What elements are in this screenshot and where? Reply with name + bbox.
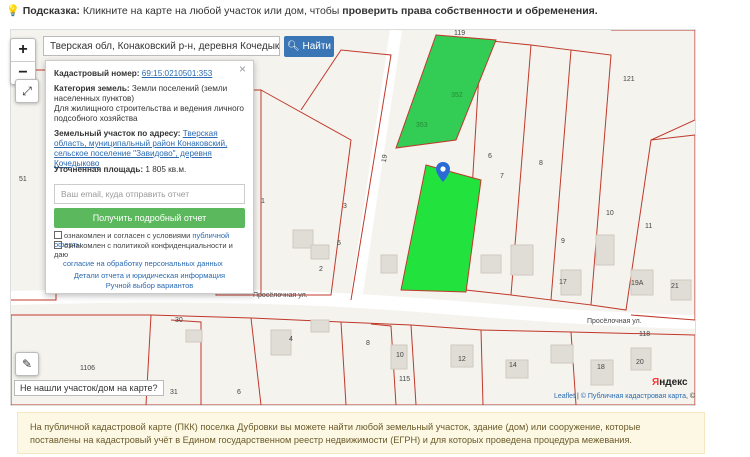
parcel-info-popup: × Кадастровый номер: 69:15:0210501:353 К… bbox=[45, 60, 254, 294]
area-label: Уточненная площадь: bbox=[54, 165, 144, 174]
area-value: 1 805 кв.м. bbox=[145, 165, 187, 174]
parcel-label: 121 bbox=[623, 76, 635, 83]
address-row: Земельный участок по адресу: Тверская об… bbox=[54, 129, 246, 169]
parcel-label: 352 bbox=[451, 92, 463, 99]
parcel-label: 8 bbox=[539, 160, 543, 167]
map-attribution: Leaflet | © Публичная кадастровая карта,… bbox=[554, 393, 695, 400]
yandex-logo-black: ндекс bbox=[659, 377, 688, 388]
privacy-text: ознакомлен с политикой конфиденциальност… bbox=[54, 241, 233, 259]
parcel-label: 21 bbox=[671, 283, 679, 290]
get-report-button[interactable]: Получить подробный отчет bbox=[54, 208, 245, 228]
yandex-logo: Яндекс bbox=[652, 377, 688, 388]
parcel-label: 4 bbox=[289, 336, 293, 343]
parcel-label: 8 bbox=[366, 340, 370, 347]
parcel-label: 19А bbox=[631, 280, 644, 287]
parcel-label: 5 bbox=[337, 240, 341, 247]
parcel-label: 119 bbox=[454, 30, 466, 37]
parcel-label: 1106 bbox=[80, 365, 96, 372]
privacy-checkbox[interactable] bbox=[54, 241, 62, 249]
hint-text: Кликните на карте на любой участок или д… bbox=[79, 5, 343, 17]
not-found-button[interactable]: Не нашли участок/дом на карте? bbox=[14, 380, 164, 396]
parcel-label: 1 bbox=[261, 198, 265, 205]
parcel-label: 353 bbox=[416, 122, 428, 129]
category-label: Категория земель: bbox=[54, 84, 130, 93]
cadastral-number-row: Кадастровый номер: 69:15:0210501:353 bbox=[54, 69, 246, 79]
parcel-label: 19 bbox=[380, 154, 390, 163]
zoom-in-button[interactable]: + bbox=[11, 39, 35, 61]
parcel-label: 12 bbox=[458, 356, 466, 363]
find-button[interactable]: 🔍︎ Найти bbox=[284, 36, 334, 57]
privacy-checkbox-row[interactable]: ознакомлен с политикой конфиденциальност… bbox=[54, 241, 249, 268]
parcel-label: 6 bbox=[488, 153, 492, 160]
area-row: Уточненная площадь: 1 805 кв.м. bbox=[54, 165, 246, 175]
email-field[interactable]: Ваш email, куда отправить отчет bbox=[54, 184, 245, 204]
expand-icon: ⤢ bbox=[22, 84, 32, 98]
search-icon: 🔍︎ bbox=[286, 41, 300, 52]
leaflet-link[interactable]: Leaflet bbox=[554, 393, 575, 400]
find-button-label: Найти bbox=[302, 41, 332, 52]
zoom-control: + − bbox=[10, 38, 36, 85]
street-label: Просёлочная ул. bbox=[253, 292, 308, 299]
parcel-label: 51 bbox=[19, 176, 27, 183]
parcel-label: 30 bbox=[175, 317, 183, 324]
ruler-icon: ✎ bbox=[21, 357, 33, 371]
parcel-label: 115 bbox=[399, 376, 411, 383]
address-label: Земельный участок по адресу: bbox=[54, 129, 181, 138]
hint-prefix: Подсказка: bbox=[22, 5, 80, 17]
address-search-input[interactable]: Тверская обл, Конаковский р-н, деревня К… bbox=[43, 36, 280, 56]
parcel-label: 17 bbox=[559, 279, 567, 286]
parcel-label: 14 bbox=[509, 362, 517, 369]
privacy-link[interactable]: согласие на обработку персональных данны… bbox=[54, 259, 223, 268]
manual-select-link[interactable]: Ручной выбор вариантов bbox=[46, 281, 253, 291]
parcel-label: 6 bbox=[237, 389, 241, 396]
parcel-label: 20 bbox=[636, 359, 644, 366]
offer-checkbox[interactable] bbox=[54, 231, 62, 239]
lightbulb-icon: 💡 bbox=[6, 5, 20, 17]
cad-label: Кадастровый номер: bbox=[54, 69, 140, 78]
fullscreen-button[interactable]: ⤢ bbox=[15, 79, 39, 103]
parcel-label: 9 bbox=[561, 238, 565, 245]
hint-line: 💡 Подсказка: Кликните на карте на любой у… bbox=[6, 4, 598, 17]
info-box: На публичной кадастровой карте (ПКК) пос… bbox=[17, 412, 705, 454]
ruler-button[interactable]: ✎ bbox=[15, 352, 39, 376]
offer-text: ознакомлен и согласен с условиями bbox=[64, 231, 193, 240]
parcel-label: 3 bbox=[343, 203, 347, 210]
land-category-row: Категория земель: Земли поселений (земли… bbox=[54, 84, 246, 104]
street-label: Просёлочная ул. bbox=[587, 318, 642, 325]
parcel-label: 7 bbox=[500, 173, 504, 180]
parcel-label: 2 bbox=[319, 266, 323, 273]
parcel-label: 31 bbox=[170, 389, 178, 396]
parcel-label: 11 bbox=[645, 223, 653, 230]
parcel-label: 18 bbox=[597, 364, 605, 371]
report-details-link[interactable]: Детали отчета и юридическая информация bbox=[46, 271, 253, 281]
parcel-label: 118 bbox=[639, 331, 651, 338]
land-use: Для жилищного строительства и ведения ли… bbox=[54, 104, 244, 123]
credits-tail: , © bbox=[686, 393, 696, 400]
parcel-label: 10 bbox=[396, 352, 404, 359]
hint-bold: проверить права собственности и обремене… bbox=[342, 5, 598, 17]
parcel-label: 10 bbox=[606, 210, 614, 217]
map-marker-icon[interactable] bbox=[436, 162, 450, 187]
pkk-link[interactable]: © Публичная кадастровая карта bbox=[581, 393, 686, 400]
cad-number-link[interactable]: 69:15:0210501:353 bbox=[142, 69, 213, 78]
